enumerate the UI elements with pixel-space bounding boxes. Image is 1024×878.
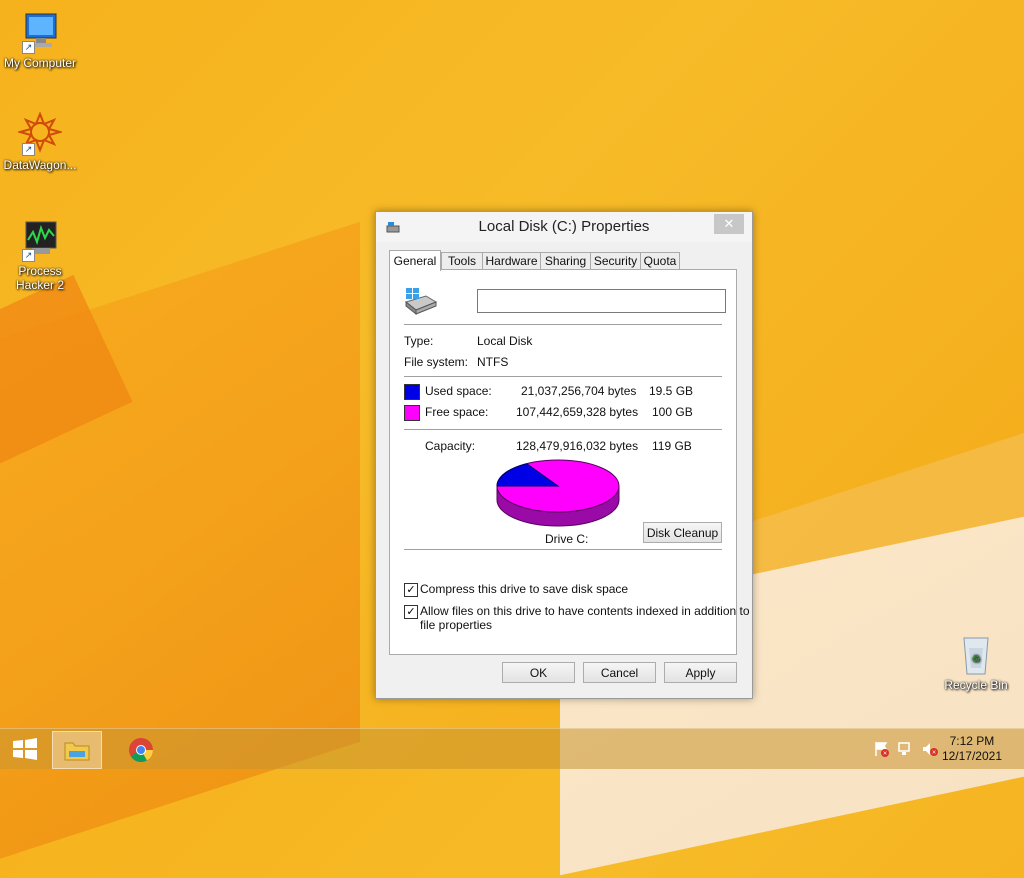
compress-label: Compress this drive to save disk space <box>420 582 629 596</box>
index-label-line1: Allow files on this drive to have conten… <box>420 604 750 618</box>
process-hacker-icon: ↗ <box>18 218 62 262</box>
computer-icon: ↗ <box>18 10 62 54</box>
drive-name-input[interactable] <box>477 289 726 313</box>
type-label: Type: <box>404 334 434 348</box>
clock-time: 7:12 PM <box>949 734 995 748</box>
divider <box>404 376 722 377</box>
index-label-line2: file properties <box>420 618 493 632</box>
divider <box>404 324 722 325</box>
volume-muted-icon[interactable]: × <box>922 741 938 757</box>
dialog-title: Local Disk (C:) Properties <box>478 218 650 235</box>
taskbar-file-explorer[interactable] <box>52 731 102 769</box>
tab-general[interactable]: General <box>389 250 441 271</box>
cancel-button[interactable]: Cancel <box>583 662 656 683</box>
desktop-icon-label: DataWagon... <box>3 158 77 172</box>
index-checkbox[interactable]: ✓ <box>404 605 418 619</box>
apply-button[interactable]: Apply <box>664 662 737 683</box>
disk-usage-pie-chart <box>496 459 620 527</box>
disk-cleanup-button[interactable]: Disk Cleanup <box>643 522 722 543</box>
capacity-label: Capacity: <box>425 439 476 453</box>
network-icon[interactable] <box>898 741 914 757</box>
desktop-icon-recycle-bin[interactable]: ♻ Recycle Bin <box>936 632 1016 692</box>
general-tab-panel: Type: Local Disk File system: NTFS Used … <box>389 269 750 655</box>
close-icon: ✕ <box>723 216 735 231</box>
taskbar-chrome[interactable] <box>120 731 168 767</box>
desktop-icon-label: Recycle Bin <box>944 678 1008 692</box>
divider <box>404 429 722 430</box>
free-space-bytes: 107,442,659,328 bytes <box>516 405 639 419</box>
tab-hardware[interactable]: Hardware <box>482 252 541 270</box>
desktop-icon-label: My Computer <box>3 56 77 70</box>
tab-tools[interactable]: Tools <box>441 252 483 270</box>
file-explorer-icon <box>64 742 90 761</box>
system-clock[interactable]: 7:12 PM 12/17/2021 <box>942 734 1002 764</box>
taskbar: × × 7:12 PM 12/17/2021 <box>0 728 1024 769</box>
capacity-gb: 119 GB <box>652 439 692 453</box>
free-space-label: Free space: <box>425 405 489 419</box>
start-icon[interactable] <box>12 738 38 760</box>
used-space-label: Used space: <box>425 384 492 398</box>
tab-quota[interactable]: Quota <box>640 252 680 270</box>
file-system-label: File system: <box>404 355 469 369</box>
properties-dialog: Local Disk (C:) Properties ✕ General Too… <box>375 211 753 699</box>
used-space-swatch <box>404 384 420 400</box>
capacity-bytes: 128,479,916,032 bytes <box>516 439 639 453</box>
svg-text:×: × <box>883 751 887 758</box>
desktop-icon-process-hacker[interactable]: ↗ Process Hacker 2 <box>0 218 80 292</box>
hard-drive-icon <box>404 288 438 316</box>
tab-sharing[interactable]: Sharing <box>540 252 591 270</box>
chrome-icon <box>129 738 153 763</box>
svg-text:♻: ♻ <box>972 654 981 665</box>
used-space-gb: 19.5 GB <box>649 384 694 398</box>
desktop-icon-label: Process Hacker 2 <box>15 264 65 292</box>
checkmark-icon: ✓ <box>406 606 416 618</box>
dialog-titlebar[interactable]: Local Disk (C:) Properties ✕ <box>376 212 752 242</box>
action-center-flag-icon[interactable]: × <box>874 741 890 757</box>
recycle-bin-icon: ♻ <box>954 632 998 676</box>
desktop-icon-my-computer[interactable]: ↗ My Computer <box>0 10 80 70</box>
file-system-value: NTFS <box>477 355 509 369</box>
divider <box>404 549 722 550</box>
free-space-swatch <box>404 405 420 421</box>
checkmark-icon: ✓ <box>406 584 416 596</box>
tab-security[interactable]: Security <box>590 252 641 270</box>
desktop-icon-datawagon[interactable]: ↗ DataWagon... <box>0 111 80 172</box>
compress-checkbox[interactable]: ✓ <box>404 583 418 597</box>
close-button[interactable]: ✕ <box>714 214 744 234</box>
free-space-gb: 100 GB <box>652 405 693 419</box>
svg-text:×: × <box>932 750 936 757</box>
used-space-bytes: 21,037,256,704 bytes <box>521 384 637 398</box>
type-value: Local Disk <box>477 334 533 348</box>
drive-label: Drive C: <box>545 532 589 546</box>
clock-date: 12/17/2021 <box>941 749 1002 763</box>
ok-button[interactable]: OK <box>502 662 575 683</box>
datawagon-icon: ↗ <box>16 111 64 156</box>
